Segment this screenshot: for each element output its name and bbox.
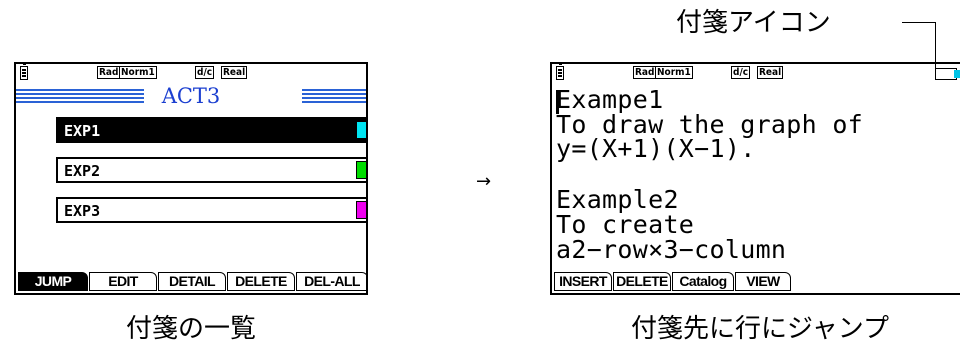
catalog-fkey[interactable]: Catalog — [672, 272, 734, 291]
sticky-icon-callout-label: 付箋アイコン — [676, 8, 831, 38]
jump-fkey[interactable]: JUMP — [18, 272, 88, 291]
function-key-bar: JUMP EDIT DETAIL DELETE DEL-ALL — [18, 272, 366, 291]
list-item-label: EXP2 — [64, 162, 101, 180]
delete-fkey[interactable]: DELETE — [613, 272, 671, 291]
status-fraction-badge: d/c — [195, 66, 215, 79]
list-item-exp2[interactable]: EXP2 — [56, 157, 366, 183]
edit-fkey[interactable]: EDIT — [89, 272, 157, 291]
color-swatch — [356, 161, 366, 179]
delete-all-fkey[interactable]: DEL-ALL — [296, 272, 366, 291]
right-arrow-icon: → — [476, 171, 492, 192]
list-item-exp3[interactable]: EXP3 — [56, 197, 366, 223]
text-line[interactable]: y=(X+1)(X−1). — [556, 136, 756, 162]
color-swatch — [356, 121, 366, 139]
view-fkey[interactable]: VIEW — [735, 272, 791, 291]
status-angle-badge: Rad — [97, 66, 121, 79]
function-key-bar: INSERT DELETE Catalog VIEW — [554, 272, 791, 291]
delete-fkey[interactable]: DELETE — [227, 272, 295, 291]
insert-fkey[interactable]: INSERT — [554, 272, 612, 291]
battery-icon — [556, 64, 564, 80]
battery-icon — [20, 64, 28, 80]
right-caption: 付箋先に行にジャンプ — [631, 314, 889, 344]
sticky-note-icon — [935, 68, 960, 80]
sticky-jump-screen: Rad Norm1 d/c Real Exampe1 To draw the g… — [550, 62, 960, 295]
text-line[interactable]: a2−row×3−column — [556, 237, 786, 263]
detail-fkey[interactable]: DETAIL — [158, 272, 226, 291]
left-caption: 付箋の一覧 — [125, 314, 256, 344]
list-item-label: EXP1 — [64, 122, 101, 140]
status-bar: Rad Norm1 d/c Real — [552, 64, 960, 84]
list-item-label: EXP3 — [64, 202, 101, 220]
status-bar: Rad Norm1 d/c Real — [16, 64, 366, 84]
color-swatch — [356, 201, 366, 219]
status-complex-badge: Real — [221, 66, 248, 79]
status-complex-badge: Real — [757, 66, 784, 79]
list-title: ACT3 — [161, 84, 221, 108]
callout-leader-line — [902, 22, 936, 68]
status-angle-badge: Rad — [633, 66, 657, 79]
sticky-list-screen: Rad Norm1 d/c Real ACT3 EXP1 EXP2 EXP3 J… — [14, 62, 368, 295]
status-display-badge: Norm1 — [655, 66, 693, 79]
title-band: ACT3 — [16, 84, 366, 108]
status-display-badge: Norm1 — [119, 66, 157, 79]
status-fraction-badge: d/c — [731, 66, 751, 79]
list-item-exp1[interactable]: EXP1 — [56, 117, 366, 143]
